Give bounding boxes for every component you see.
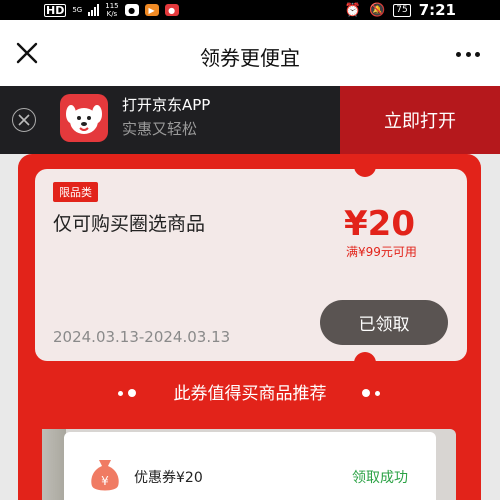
coupon-description: 仅可购买圈选商品 [53, 213, 206, 235]
category-tag: 限品类 [53, 182, 98, 202]
speed-unit: K/s [106, 10, 118, 18]
coupon-result-label: 优惠券¥20 [134, 470, 203, 486]
network-speed: 115 K/s [105, 2, 118, 18]
mute-icon: 🔕 [369, 2, 386, 18]
open-app-button[interactable]: 立即打开 [340, 86, 500, 154]
status-right: ⏰ 🔕 75 7:21 [345, 0, 456, 20]
coupon-amount: ¥20 [344, 204, 415, 244]
signal-icon [88, 4, 100, 16]
recommend-section-title: 此券值得买商品推荐 [173, 384, 327, 404]
status-time: 7:21 [418, 1, 456, 19]
wechat-icon: ● [124, 4, 139, 16]
product-image [42, 429, 66, 500]
claim-success-status: 领取成功 [352, 470, 408, 486]
banner-subtitle: 实惠又轻松 [122, 120, 198, 138]
more-icon[interactable] [456, 44, 480, 64]
jd-dog-logo-icon [60, 94, 108, 142]
alarm-icon: ⏰ [344, 2, 362, 18]
claimed-button[interactable]: 已领取 [320, 300, 448, 345]
nav-bar: 领券更便宜 [0, 20, 500, 86]
coupon-validity: 2024.03.13-2024.03.13 [53, 328, 231, 346]
svg-text:¥: ¥ [101, 474, 109, 488]
banner-title: 打开京东APP [122, 96, 211, 114]
money-bag-icon: ¥ [88, 456, 122, 494]
coupon-condition: 满¥99元可用 [346, 245, 417, 259]
status-left: HD 5G 115 K/s ● ▶ ● [44, 0, 179, 20]
close-circle-icon[interactable] [12, 108, 36, 132]
speed-value: 115 [105, 2, 119, 10]
jd-app-icon: ● [164, 4, 179, 16]
orange-app-icon: ▶ [144, 4, 159, 16]
section-decoration-right [362, 389, 380, 397]
page-title: 领券更便宜 [200, 46, 300, 70]
battery-icon: 75 [393, 3, 411, 17]
hd-icon: HD [44, 3, 67, 17]
network-type-label: 5G [72, 6, 83, 14]
status-bar: HD 5G 115 K/s ● ▶ ● ⏰ 🔕 75 7:21 [0, 0, 500, 20]
app-download-banner: 打开京东APP 实惠又轻松 立即打开 [0, 86, 500, 154]
